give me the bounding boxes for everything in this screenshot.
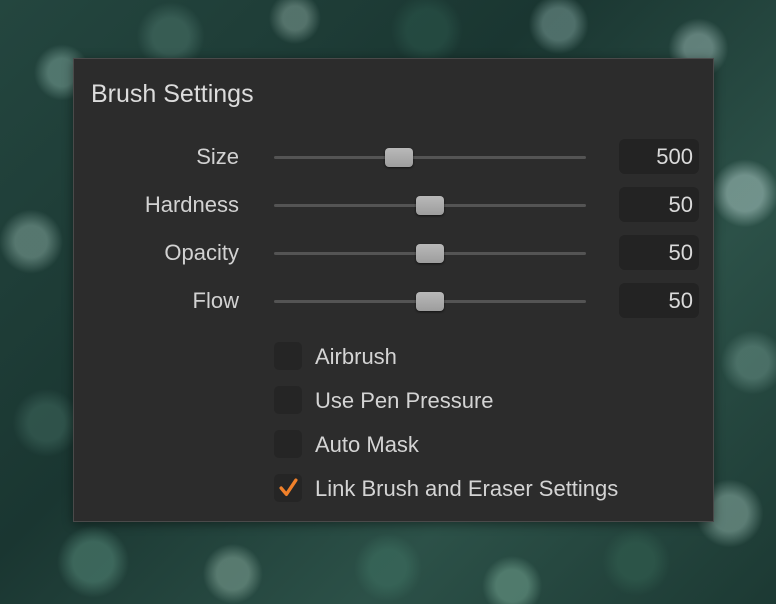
size-row: Size 500 — [74, 139, 713, 175]
flow-label: Flow — [192, 288, 239, 313]
opacity-row: Opacity 50 — [74, 235, 713, 271]
auto-mask-label: Auto Mask — [315, 432, 419, 457]
hardness-slider[interactable] — [274, 187, 586, 223]
airbrush-label: Airbrush — [315, 344, 397, 369]
size-slider[interactable] — [274, 139, 586, 175]
brush-settings-panel: Brush Settings Size 500 Hardness 50 Opac… — [73, 58, 714, 522]
size-label: Size — [196, 144, 239, 169]
panel-title: Brush Settings — [91, 80, 254, 108]
hardness-value-field[interactable]: 50 — [619, 187, 699, 222]
hardness-slider-thumb[interactable] — [416, 196, 444, 215]
link-brush-eraser-checkbox[interactable] — [274, 474, 302, 502]
hardness-row: Hardness 50 — [74, 187, 713, 223]
flow-row: Flow 50 — [74, 283, 713, 319]
flow-value-field[interactable]: 50 — [619, 283, 699, 318]
opacity-value-field[interactable]: 50 — [619, 235, 699, 270]
size-slider-track — [274, 156, 586, 159]
use-pen-pressure-checkbox[interactable] — [274, 386, 302, 414]
auto-mask-checkbox[interactable] — [274, 430, 302, 458]
airbrush-checkbox[interactable] — [274, 342, 302, 370]
opacity-slider-thumb[interactable] — [416, 244, 444, 263]
checkmark-icon — [279, 478, 298, 497]
size-slider-thumb[interactable] — [384, 148, 413, 167]
link-brush-eraser-label: Link Brush and Eraser Settings — [315, 476, 619, 501]
size-value-field[interactable]: 500 — [619, 139, 699, 174]
flow-slider[interactable] — [274, 283, 586, 319]
opacity-label: Opacity — [164, 240, 239, 265]
use-pen-pressure-label: Use Pen Pressure — [315, 388, 494, 413]
hardness-label: Hardness — [144, 192, 239, 217]
flow-slider-thumb[interactable] — [416, 292, 444, 311]
opacity-slider[interactable] — [274, 235, 586, 271]
